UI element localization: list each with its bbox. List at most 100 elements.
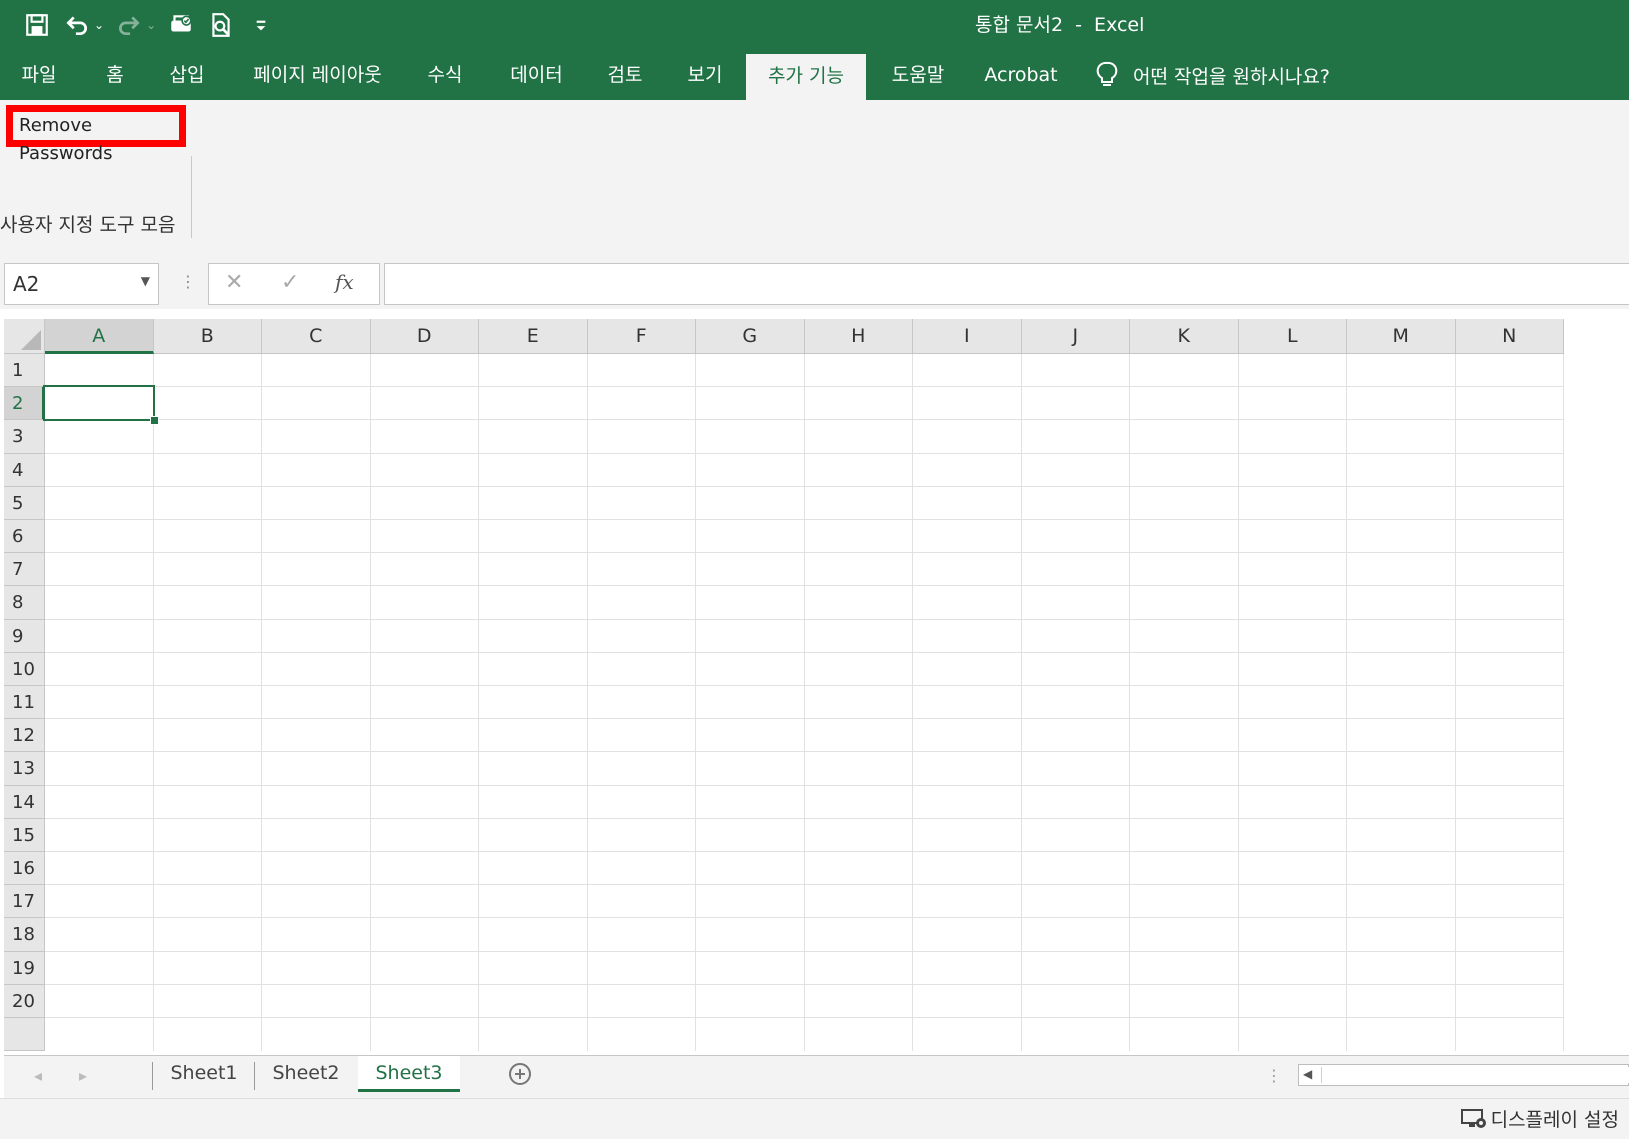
insert-function-icon[interactable]: fx [335, 270, 354, 294]
column-header-c[interactable]: C [262, 319, 371, 354]
column-header-l[interactable]: L [1238, 319, 1347, 354]
row-header-11[interactable]: 11 [4, 686, 45, 720]
scroll-sheets-right-icon[interactable]: ▸ [79, 1066, 87, 1085]
column-header-h[interactable]: H [804, 319, 913, 354]
scroll-left-arrow-icon[interactable]: ◀ [1303, 1067, 1312, 1081]
tell-me-search[interactable]: 어떤 작업을 원하시나요? [1095, 50, 1330, 100]
row-header-1[interactable]: 1 [4, 354, 45, 388]
name-box[interactable]: A2 ▼ [4, 263, 159, 305]
column-header-i[interactable]: I [913, 319, 1022, 354]
grid-column-line [1454, 354, 1456, 1052]
grid-column-line [1237, 354, 1239, 1052]
row-header-4[interactable]: 4 [4, 453, 45, 487]
grid-row-line [45, 950, 1564, 952]
column-header-f[interactable]: F [587, 319, 696, 354]
column-header-e[interactable]: E [479, 319, 588, 354]
select-all-button[interactable] [4, 319, 45, 354]
row-header-10[interactable]: 10 [4, 652, 45, 686]
chevron-down-icon[interactable]: ▼ [141, 274, 150, 288]
scroll-sheets-left-icon[interactable]: ◂ [34, 1066, 42, 1085]
row-header-2[interactable]: 2 [4, 387, 45, 421]
scroll-thumb[interactable] [1321, 1067, 1629, 1083]
remove-passwords-button[interactable]: Remove Passwords [6, 105, 186, 164]
tab-file[interactable]: 파일 [14, 50, 64, 100]
row-header-5[interactable]: 5 [4, 486, 45, 520]
grid-row-line [45, 485, 1564, 487]
column-header-a[interactable]: A [45, 319, 154, 354]
undo-icon[interactable] [60, 8, 94, 42]
sheet-tab-divider [152, 1062, 153, 1090]
grid-row-line [45, 685, 1564, 686]
add-sheet-icon[interactable] [509, 1063, 531, 1085]
row-header-6[interactable]: 6 [4, 520, 45, 554]
customize-qat-icon[interactable] [244, 8, 278, 42]
undo-dropdown-icon[interactable]: ⌄ [94, 18, 104, 32]
column-header-g[interactable]: G [696, 319, 805, 354]
row-header-9[interactable]: 9 [4, 619, 45, 653]
display-settings-button[interactable]: 디스플레이 설정 [1460, 1105, 1619, 1132]
row-header-17[interactable]: 17 [4, 885, 45, 919]
window-title: 통합 문서2 - Excel [975, 14, 1145, 36]
column-header-n[interactable]: N [1455, 319, 1564, 354]
tab-formulas[interactable]: 수식 [420, 50, 470, 100]
grid-column-line [1346, 354, 1347, 1052]
print-preview-icon[interactable] [204, 8, 238, 42]
tab-view[interactable]: 보기 [680, 50, 730, 100]
worksheet-grid[interactable]: ABCDEFGHIJKLMN 1 2 3 4 5 6 7 8 9 10 11 12 13 14 15 16 17… [4, 319, 1629, 1055]
row-header-7[interactable]: 7 [4, 553, 45, 587]
grid-column-line [695, 354, 696, 1052]
sheet-tabs-bar: ◂ ▸ Sheet1 Sheet2 Sheet3 ⋮ ◀ [4, 1055, 1629, 1099]
row-header-16[interactable]: 16 [4, 852, 45, 886]
grid-row-line [45, 618, 1564, 620]
formula-input[interactable] [384, 263, 1629, 305]
sheet-tab-sheet3[interactable]: Sheet3 [358, 1056, 460, 1092]
redo-dropdown-icon[interactable]: ⌄ [146, 18, 156, 32]
active-cell[interactable] [43, 385, 155, 422]
grid-column-line [369, 354, 371, 1052]
cancel-icon[interactable]: ✕ [225, 270, 243, 295]
grid-row-line [45, 718, 1564, 720]
grid-row-line [45, 452, 1564, 454]
formula-bar-splitter[interactable]: ⋮ [180, 272, 196, 291]
row-header-15[interactable]: 15 [4, 818, 45, 852]
touch-mode-icon[interactable] [164, 8, 198, 42]
tab-help[interactable]: 도움말 [883, 50, 953, 100]
tab-data[interactable]: 데이터 [504, 50, 569, 100]
row-header-12[interactable]: 12 [4, 719, 45, 753]
tab-review[interactable]: 검토 [600, 50, 650, 100]
formula-buttons: ✕ ✓ fx [208, 263, 380, 305]
column-header-m[interactable]: M [1347, 319, 1456, 354]
row-header-19[interactable]: 19 [4, 951, 45, 985]
tab-page-layout[interactable]: 페이지 레이아웃 [245, 50, 390, 100]
sheet-tab-sheet1[interactable]: Sheet1 [154, 1056, 254, 1092]
save-icon[interactable] [20, 8, 54, 42]
tab-add-ins[interactable]: 추가 기능 [746, 54, 866, 100]
lightbulb-icon [1096, 61, 1118, 86]
row-header-13[interactable]: 13 [4, 752, 45, 786]
grid-row-line [45, 851, 1564, 852]
column-header-b[interactable]: B [153, 319, 262, 354]
tab-home[interactable]: 홈 [95, 50, 135, 100]
enter-icon[interactable]: ✓ [281, 270, 299, 295]
tab-insert[interactable]: 삽입 [162, 50, 212, 100]
name-box-value: A2 [13, 272, 40, 296]
grid-column-line [1563, 354, 1564, 1052]
column-header-j[interactable]: J [1021, 319, 1130, 354]
grid-column-line [152, 354, 154, 1052]
row-header-partial[interactable] [4, 1018, 45, 1052]
column-header-k[interactable]: K [1130, 319, 1239, 354]
row-header-18[interactable]: 18 [4, 918, 45, 952]
tab-acrobat[interactable]: Acrobat [980, 50, 1062, 100]
grid-row-line [45, 817, 1564, 819]
grid-column-line [478, 354, 479, 1052]
row-header-14[interactable]: 14 [4, 785, 45, 819]
tab-split-handle[interactable]: ⋮ [1266, 1066, 1282, 1085]
row-header-20[interactable]: 20 [4, 984, 45, 1018]
horizontal-scrollbar[interactable]: ◀ [1298, 1064, 1629, 1086]
row-header-8[interactable]: 8 [4, 586, 45, 620]
sheet-tab-sheet2[interactable]: Sheet2 [256, 1056, 356, 1092]
redo-icon[interactable] [112, 8, 146, 42]
fill-handle[interactable] [149, 416, 159, 426]
row-header-3[interactable]: 3 [4, 420, 45, 454]
column-header-d[interactable]: D [370, 319, 479, 354]
